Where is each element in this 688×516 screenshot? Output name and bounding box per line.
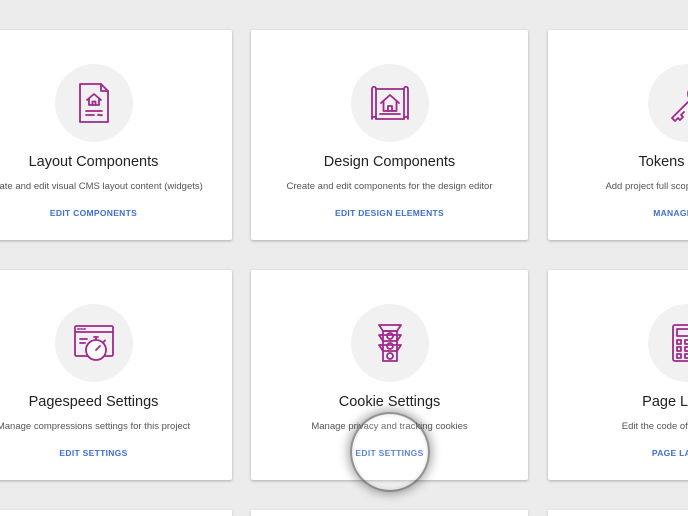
card-title: Pagespeed Settings [28,394,159,410]
calculator-grid-icon [671,324,688,362]
card-partial [548,510,688,516]
edit-components-link[interactable]: EDIT COMPONENTS [0,208,232,218]
card-description: Add project full scope tokens and keys [605,181,688,192]
edit-settings-link[interactable]: EDIT SETTINGS [251,448,528,458]
card-page-layouts: Page Layouts Edit the code of design lay… [548,270,688,480]
page-layouts-link[interactable]: PAGE LAYOUTS [548,448,688,458]
document-house-icon [78,83,109,123]
icon-circle [647,64,688,142]
key-icon [670,89,688,122]
browser-stopwatch-icon [73,325,114,361]
edit-design-elements-link[interactable]: EDIT DESIGN ELEMENTS [251,208,528,218]
card-description: Create and edit visual CMS layout conten… [0,181,203,192]
card-cookie-settings: Cookie Settings Manage privacy and track… [251,270,528,480]
card-title: Tokens & Keys [638,154,688,170]
card-title: Design Components [323,154,456,170]
card-title: Layout Components [28,154,159,170]
card-layout-components: Layout Components Create and edit visual… [0,30,232,240]
blueprint-house-icon [370,85,409,120]
icon-circle [54,64,133,142]
dashboard-canvas: Layout Components Create and edit visual… [0,0,688,516]
icon-circle [647,304,688,382]
card-pagespeed-settings: Pagespeed Settings Manage compressions s… [0,270,232,480]
card-tokens-keys: Tokens & Keys Add project full scope tok… [548,30,688,240]
card-partial [0,510,232,516]
card-description: Edit the code of design layouts [621,421,688,432]
card-partial [251,510,528,516]
card-description: Create and edit components for the desig… [286,181,493,192]
card-description: Manage compressions settings for this pr… [0,421,191,432]
card-title: Cookie Settings [338,394,441,410]
icon-circle [350,304,429,382]
card-description: Manage privacy and tracking cookies [311,421,468,432]
card-design-components: Design Components Create and edit compon… [251,30,528,240]
card-title: Page Layouts [642,394,688,410]
traffic-light-icon [377,324,402,362]
manage-keys-link[interactable]: MANAGE KEYS [548,208,688,218]
icon-circle [350,64,429,142]
icon-circle [54,304,133,382]
edit-settings-link[interactable]: EDIT SETTINGS [0,448,232,458]
